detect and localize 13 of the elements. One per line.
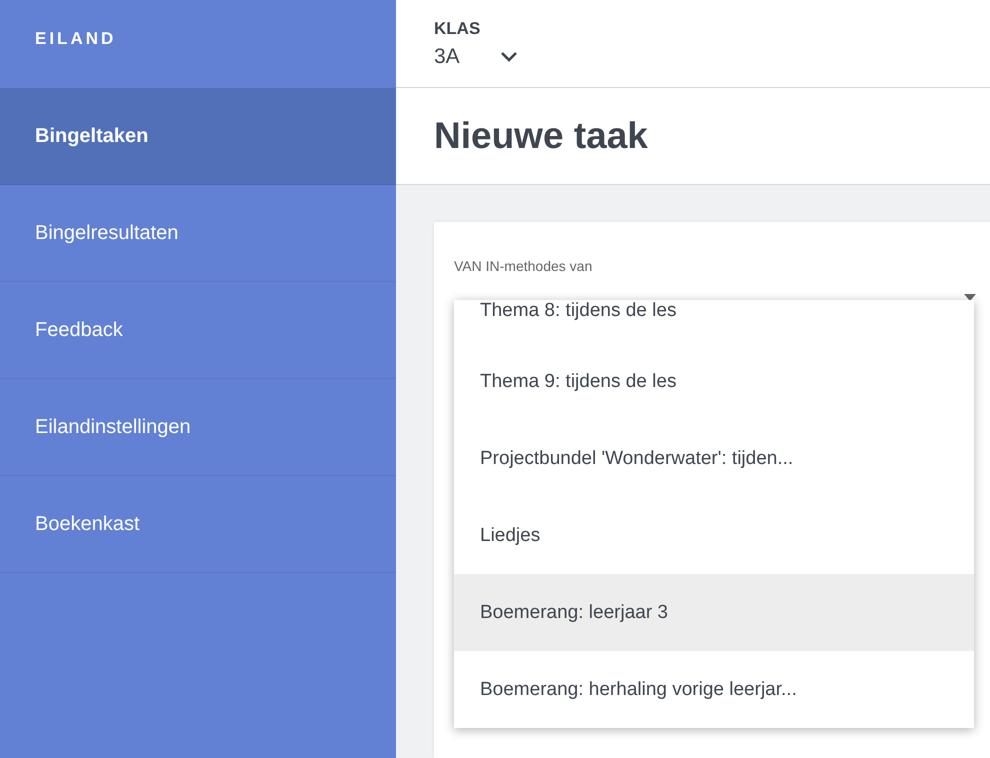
class-label: KLAS — [434, 18, 482, 38]
dropdown-option[interactable]: Boemerang: leerjaar 3 — [454, 574, 974, 651]
dropdown-option[interactable]: Boemerang: herhaling vorige leerjar... — [454, 651, 974, 728]
dropdown-option[interactable]: Thema 8: tijdens de les — [454, 300, 974, 343]
dropdown-option[interactable]: Liedjes — [454, 497, 974, 574]
logo: EILAND — [34, 28, 118, 50]
chevron-down-icon — [500, 50, 518, 62]
class-dropdown[interactable]: 3A — [434, 44, 534, 68]
sidebar-item[interactable]: Bingeltaken — [0, 88, 396, 185]
field-label: VAN IN-methodes van — [454, 258, 592, 274]
dropdown-option[interactable]: Projectbundel 'Wonderwater': tijden... — [454, 420, 974, 497]
page-title: Nieuwe taak — [434, 115, 648, 157]
dropdown-option[interactable]: Thema 9: tijdens de les — [454, 343, 974, 420]
